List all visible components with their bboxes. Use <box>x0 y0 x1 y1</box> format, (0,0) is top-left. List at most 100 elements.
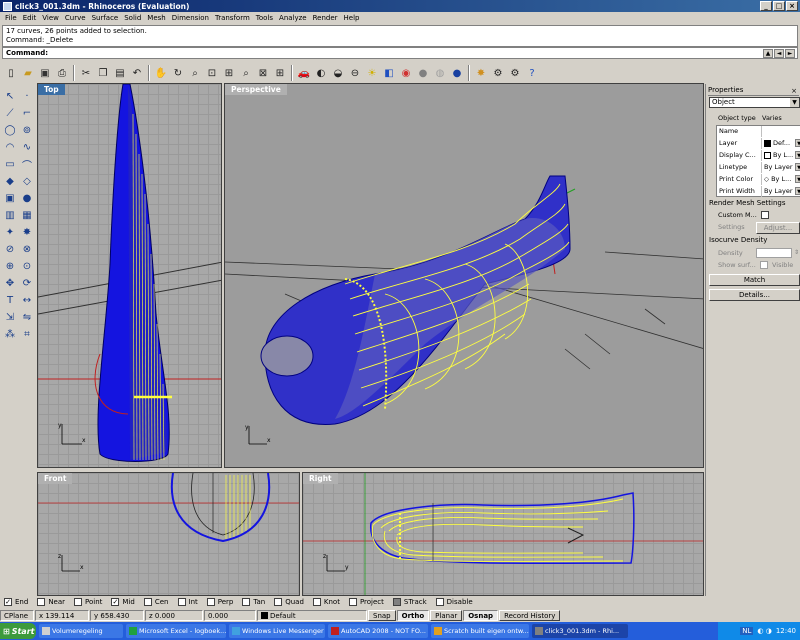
osnap-end[interactable]: ✓ End <box>4 598 28 606</box>
loft-icon[interactable]: ◇ <box>19 173 35 189</box>
zoom-all-icon[interactable]: ⊠ <box>255 65 271 81</box>
osnap-project[interactable]: Project <box>348 598 384 606</box>
show-icon[interactable]: ◒ <box>330 65 346 81</box>
osnap-project-checkbox[interactable] <box>348 598 357 606</box>
taskbar-item[interactable]: Windows Live Messenger <box>229 624 325 638</box>
menu-view[interactable]: View <box>39 14 62 22</box>
zoom-selected-icon[interactable]: ⌕ <box>238 65 254 81</box>
details-button[interactable]: Details... <box>709 289 800 301</box>
viewport-label-perspective[interactable]: Perspective <box>225 84 287 95</box>
osnap-quad[interactable]: Quad <box>274 598 304 606</box>
chevron-down-icon[interactable]: ▼ <box>795 151 800 159</box>
scroll-left-icon[interactable]: ◄ <box>774 49 784 58</box>
menu-edit[interactable]: Edit <box>20 14 40 22</box>
circle-icon[interactable]: ◯ <box>2 122 18 138</box>
taskbar-item[interactable]: Microsoft Excel - logboek... <box>126 624 226 638</box>
boolean-icon[interactable]: ✦ <box>2 224 18 240</box>
chevron-down-icon[interactable]: ▼ <box>790 98 799 107</box>
osnap-cen-checkbox[interactable] <box>143 598 152 606</box>
car-icon[interactable]: 🚗 <box>296 65 312 81</box>
render-sphere-icon[interactable]: ● <box>415 65 431 81</box>
property-row-display-color[interactable]: Display C... By L... ▼ <box>717 150 800 161</box>
pan-hand-icon[interactable]: ✋ <box>153 65 169 81</box>
scroll-right-icon[interactable]: ► <box>785 49 795 58</box>
record-history-toggle[interactable]: Record History <box>499 609 561 621</box>
chevron-down-icon[interactable]: ▼ <box>795 187 800 195</box>
spinner-icon[interactable]: ⇕ <box>794 247 799 258</box>
viewport-label-top[interactable]: Top <box>38 84 65 95</box>
osnap-point-checkbox[interactable] <box>74 598 83 606</box>
osnap-int[interactable]: Int <box>177 598 198 606</box>
point-icon[interactable]: · <box>19 88 35 104</box>
custom-mesh-checkbox[interactable] <box>761 211 769 219</box>
menu-mesh[interactable]: Mesh <box>144 14 168 22</box>
osnap-strack[interactable]: STrack <box>392 598 427 606</box>
close-icon[interactable]: × <box>791 87 797 95</box>
osnap-near[interactable]: Near <box>37 598 65 606</box>
material-icon[interactable]: ✸ <box>473 65 489 81</box>
osnap-point[interactable]: Point <box>74 598 102 606</box>
command-line-input[interactable]: Command: ▲ ◄ ► <box>2 47 798 59</box>
property-row-name[interactable]: Name <box>717 126 800 137</box>
grid-options-icon[interactable]: ⚙ <box>507 65 523 81</box>
taskbar-item[interactable]: Scratch built eigen ontw... <box>431 624 529 638</box>
menu-dimension[interactable]: Dimension <box>169 14 212 22</box>
layer-icon[interactable]: ◧ <box>381 65 397 81</box>
osnap-int-checkbox[interactable] <box>177 598 186 606</box>
print-icon[interactable]: ⎙ <box>54 65 70 81</box>
maximize-button[interactable]: □ <box>773 1 785 11</box>
property-row-linetype[interactable]: Linetype By Layer ▼ <box>717 162 800 173</box>
polyline-icon[interactable]: ⌐ <box>19 105 35 121</box>
new-file-icon[interactable]: ▯ <box>3 65 19 81</box>
select-arrow-icon[interactable]: ↖ <box>2 88 18 104</box>
match-button[interactable]: Match <box>709 274 800 286</box>
properties-selector[interactable]: Object ▼ <box>709 97 800 108</box>
menu-help[interactable]: Help <box>341 14 363 22</box>
viewport-perspective[interactable]: Perspective y x <box>224 83 704 468</box>
viewport-top[interactable]: Top y x <box>37 83 222 468</box>
text-icon[interactable]: T <box>2 292 18 308</box>
osnap-disable-checkbox[interactable] <box>435 598 444 606</box>
surface-icon[interactable]: ◆ <box>2 173 18 189</box>
array-icon[interactable]: ⁂ <box>2 326 18 342</box>
osnap-knot-checkbox[interactable] <box>312 598 321 606</box>
osnap-end-checkbox[interactable]: ✓ <box>4 598 12 606</box>
zoom-window-icon[interactable]: ⊡ <box>204 65 220 81</box>
viewport-label-front[interactable]: Front <box>38 473 73 484</box>
density-input[interactable] <box>756 248 792 258</box>
osnap-toggle[interactable]: Osnap <box>463 609 499 621</box>
menu-transform[interactable]: Transform <box>212 14 253 22</box>
property-row-print-color[interactable]: Print Color ◇ By L... ▼ <box>717 174 800 185</box>
sphere-icon[interactable]: ● <box>19 190 35 206</box>
cut-icon[interactable]: ✂ <box>78 65 94 81</box>
options-gear-icon[interactable]: ⚙ <box>490 65 506 81</box>
scale-icon[interactable]: ⇲ <box>2 309 18 325</box>
osnap-cen[interactable]: Cen <box>143 598 169 606</box>
property-row-layer[interactable]: Layer Def... ▼ <box>717 138 800 149</box>
taskbar-item[interactable]: Volumeregeling <box>39 624 123 638</box>
minimize-button[interactable]: _ <box>760 1 772 11</box>
osnap-perp-checkbox[interactable] <box>206 598 215 606</box>
osnap-strack-checkbox[interactable] <box>392 598 401 606</box>
box-icon[interactable]: ▣ <box>2 190 18 206</box>
chevron-down-icon[interactable]: ▼ <box>795 139 800 147</box>
cylinder-icon[interactable]: ▥ <box>2 207 18 223</box>
osnap-knot[interactable]: Knot <box>312 598 340 606</box>
start-button[interactable]: ⊞ Start <box>0 623 36 639</box>
rectangle-icon[interactable]: ▭ <box>2 156 18 172</box>
mesh-icon[interactable]: ▦ <box>19 207 35 223</box>
density-row[interactable]: Density ⇕ <box>716 248 800 259</box>
explode-icon[interactable]: ✸ <box>19 224 35 240</box>
group-icon[interactable]: ⊙ <box>19 258 35 274</box>
visible-checkbox[interactable] <box>760 261 768 269</box>
split-icon[interactable]: ⊘ <box>2 241 18 257</box>
dimension-icon[interactable]: ↔ <box>19 292 35 308</box>
osnap-mid-checkbox[interactable]: ✓ <box>111 598 120 606</box>
move-icon[interactable]: ✥ <box>2 275 18 291</box>
undo-icon[interactable]: ↶ <box>129 65 145 81</box>
analyze-icon[interactable]: ⌗ <box>19 326 35 342</box>
render-icon[interactable]: ● <box>449 65 465 81</box>
language-indicator[interactable]: NL <box>740 627 754 635</box>
curve-icon[interactable]: ∿ <box>19 139 35 155</box>
viewport-right[interactable]: Right z y <box>302 472 704 596</box>
